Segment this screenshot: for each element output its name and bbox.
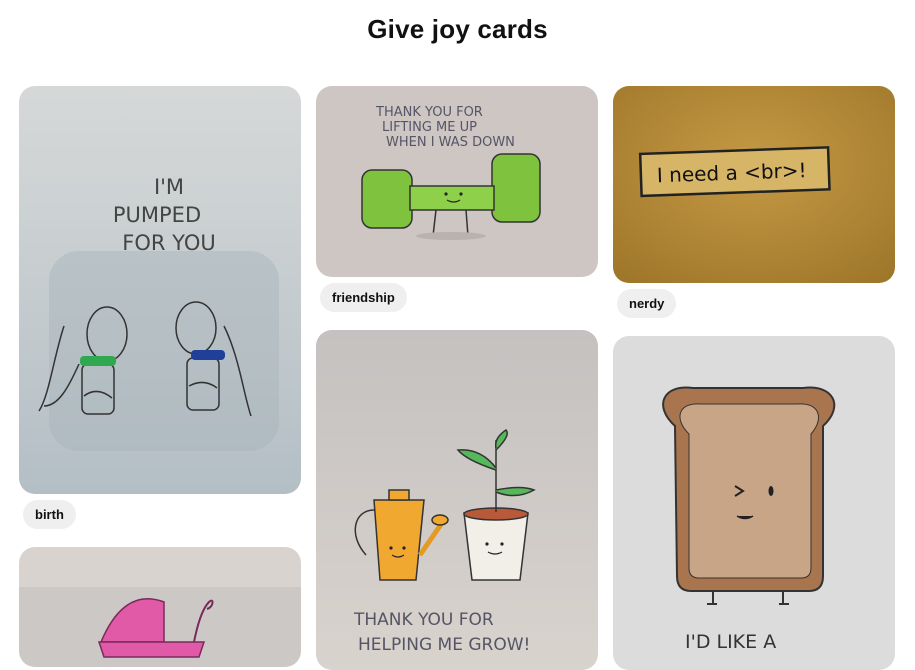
card-text-line: I'D LIKE A <box>685 631 776 653</box>
card-text-line: FOR YOU <box>122 231 215 255</box>
toast-illustration: I'D LIKE A <box>613 336 895 670</box>
card-text-line: THANK YOU FOR <box>375 105 483 120</box>
card-lifting-image[interactable]: THANK YOU FOR LIFTING ME UP WHEN I WAS D… <box>316 86 598 277</box>
card-pumped-image[interactable]: I'M PUMPED FOR YOU <box>19 86 301 494</box>
tag-birth[interactable]: birth <box>23 500 76 529</box>
card-text-line: THANK YOU FOR <box>353 610 494 630</box>
tag-friendship[interactable]: friendship <box>320 283 407 312</box>
card-grow-image[interactable]: THANK YOU FOR HELPING ME GROW! <box>316 330 598 670</box>
dumbbell-illustration: THANK YOU FOR LIFTING ME UP WHEN I WAS D… <box>316 86 598 277</box>
stroller-illustration <box>19 547 301 667</box>
tag-nerdy[interactable]: nerdy <box>617 289 677 318</box>
watering-can-illustration: THANK YOU FOR HELPING ME GROW! <box>316 330 598 670</box>
card-text-line: HELPING ME GROW! <box>358 635 530 655</box>
page-title: Give joy cards <box>367 14 548 44</box>
card-text-line: PUMPED <box>113 203 201 227</box>
card-text-line: I'M <box>154 175 184 199</box>
card-toast-image[interactable]: I'D LIKE A <box>613 336 895 670</box>
card-stroller-image[interactable] <box>19 547 301 667</box>
card-text-line: LIFTING ME UP <box>382 120 477 135</box>
toast <box>662 386 836 605</box>
card-br-image[interactable]: I need a <br>! <box>613 86 895 283</box>
br-tag-illustration: I need a <br>! <box>613 86 895 283</box>
card-text-line: WHEN I WAS DOWN <box>386 135 515 150</box>
pumped-illustration: I'M PUMPED FOR YOU <box>19 86 301 494</box>
